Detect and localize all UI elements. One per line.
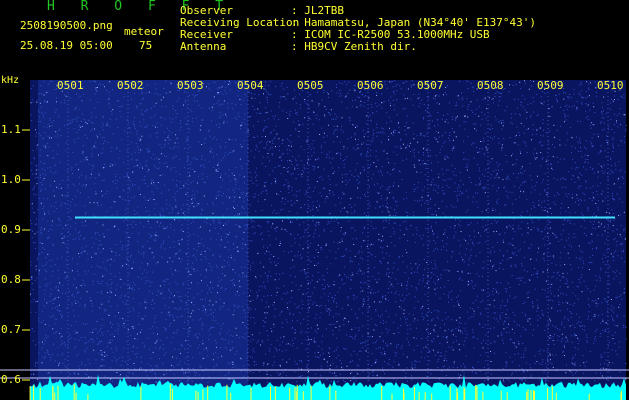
- antenna-value: : HB9CV Zenith dir.: [291, 40, 417, 53]
- noise-band: [38, 80, 248, 392]
- y-tick-label: 1.0: [1, 173, 21, 186]
- x-tick-label: 0503: [177, 79, 204, 92]
- x-tick-label: 0502: [117, 79, 144, 92]
- x-tick-label: 0508: [477, 79, 504, 92]
- x-tick-label: 0505: [297, 79, 324, 92]
- mode-label: meteor: [124, 25, 164, 38]
- x-tick-label: 0504: [237, 79, 264, 92]
- x-tick-label: 0501: [57, 79, 84, 92]
- spectrogram: [0, 80, 629, 400]
- antenna-label: Antenna: [180, 40, 227, 53]
- y-tick-label: 0.6: [1, 373, 21, 386]
- y-tick-label: 0.9: [1, 223, 21, 236]
- y-tick-label: 0.7: [1, 323, 21, 336]
- x-tick-label: 0507: [417, 79, 444, 92]
- count-label: 75: [139, 39, 153, 52]
- filename-label: 2508190500.png: [20, 19, 113, 32]
- x-tick-label: 0510: [597, 79, 624, 92]
- x-tick-label: 0509: [537, 79, 564, 92]
- y-tick-label: 0.8: [1, 273, 21, 286]
- y-unit-label: kHz: [1, 75, 20, 86]
- x-tick-label: 0506: [357, 79, 384, 92]
- datetime-label: 25.08.19 05:00: [20, 39, 113, 52]
- y-tick-label: 1.1: [1, 123, 21, 136]
